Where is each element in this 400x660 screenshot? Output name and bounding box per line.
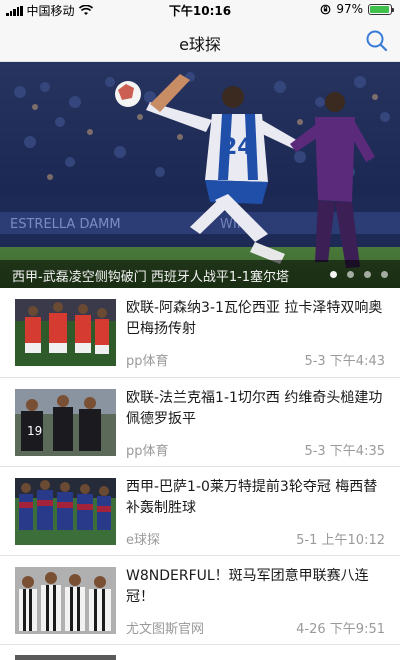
news-thumbnail: [15, 299, 116, 366]
battery-icon: [368, 3, 394, 15]
nav-bar: e球探: [0, 20, 400, 62]
hero-caption-bar: 西甲-武磊凌空侧钩破门 西班牙人战平1-1塞尔塔: [0, 260, 400, 288]
battery-percent: 97%: [336, 2, 363, 16]
svg-text:ESTRELLA DAMM: ESTRELLA DAMM: [10, 217, 121, 232]
carousel-dot[interactable]: [381, 271, 388, 278]
orientation-lock-icon: [320, 4, 331, 14]
news-title[interactable]: 西甲-巴萨1-0莱万特提前3轮夺冠 梅西替补轰制胜球: [126, 477, 388, 519]
news-list: 欧联-阿森纳3-1瓦伦西亚 拉卡泽特双响奥巴梅扬传射 pp体育 5-3 下午4:…: [0, 288, 400, 660]
carousel-dot[interactable]: [347, 271, 354, 278]
news-time: 5-1 上午10:12: [296, 533, 385, 548]
carousel-dot[interactable]: [330, 271, 337, 278]
news-item[interactable]: 欧联-阿森纳3-1瓦伦西亚 拉卡泽特双响奥巴梅扬传射 pp体育 5-3 下午4:…: [0, 288, 400, 378]
search-icon[interactable]: [364, 28, 390, 54]
news-thumbnail: 19: [15, 389, 116, 456]
carousel-dots: [330, 271, 388, 278]
news-source: pp体育: [126, 444, 169, 459]
news-title[interactable]: 欧联-法兰克福1-1切尔西 约维奇头槌建功佩德罗扳平: [126, 388, 388, 430]
news-time: 5-3 下午4:35: [304, 444, 385, 459]
news-source: pp体育: [126, 354, 169, 369]
battery-fill: [370, 5, 390, 13]
news-item[interactable]: W8NDERFUL！斑马军团意甲联赛八连冠！ 尤文图斯官网 4-26 下午9:5…: [0, 556, 400, 645]
carousel-dot[interactable]: [364, 271, 371, 278]
hero-banner[interactable]: ESTRELLA DAMM WIN 24 西甲-武磊凌空侧钩破门 西班牙人战平1…: [0, 62, 400, 288]
status-right: 97%: [320, 2, 394, 16]
svg-text:24: 24: [222, 135, 253, 160]
news-source: e球探: [126, 533, 160, 548]
news-thumbnail: [15, 655, 116, 660]
page-title: e球探: [179, 35, 221, 54]
news-time: 5-3 下午4:43: [304, 354, 385, 369]
news-thumbnail: [15, 567, 116, 634]
news-thumbnail: [15, 478, 116, 545]
news-item[interactable]: 西甲-巴萨1-0莱万特提前3轮夺冠 梅西替补轰制胜球 e球探 5-1 上午10:…: [0, 467, 400, 556]
status-bar: 中国移动 下午10:16 97%: [0, 0, 400, 20]
svg-text:19: 19: [27, 424, 42, 438]
news-item-partial[interactable]: [0, 645, 400, 660]
news-title[interactable]: W8NDERFUL！斑马军团意甲联赛八连冠！: [126, 566, 388, 608]
news-title[interactable]: 欧联-阿森纳3-1瓦伦西亚 拉卡泽特双响奥巴梅扬传射: [126, 298, 388, 340]
news-source: 尤文图斯官网: [126, 622, 205, 637]
news-item[interactable]: 19 欧联-法兰克福1-1切尔西 约维奇头槌建功佩德罗扳平 pp体育 5-3 下…: [0, 378, 400, 467]
hero-image: ESTRELLA DAMM WIN 24: [0, 62, 400, 288]
news-time: 4-26 下午9:51: [296, 622, 385, 637]
hero-caption[interactable]: 西甲-武磊凌空侧钩破门 西班牙人战平1-1塞尔塔: [12, 266, 289, 285]
